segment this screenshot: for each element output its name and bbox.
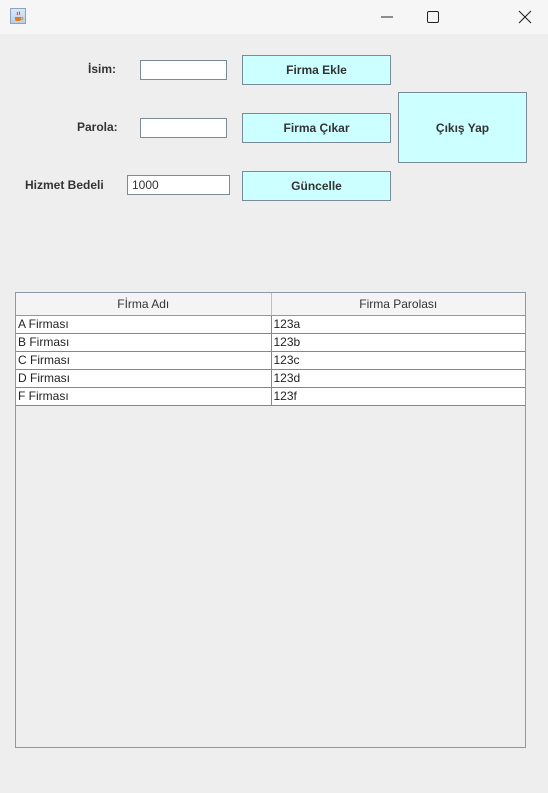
name-input[interactable] xyxy=(140,60,227,80)
app-window: İsim: Firma Ekle Parola: Firma Çıkar Çık… xyxy=(0,0,548,793)
password-label: Parola: xyxy=(77,120,118,134)
company-table: Fİrma Adı Firma Parolası A Firması 123a … xyxy=(16,293,525,406)
company-password-cell[interactable]: 123d xyxy=(271,369,525,388)
table-row[interactable]: F Firması 123f xyxy=(16,387,525,406)
close-icon xyxy=(518,10,532,24)
company-name-cell[interactable]: C Firması xyxy=(16,351,272,370)
company-password-cell[interactable]: 123a xyxy=(271,315,525,334)
update-button[interactable]: Güncelle xyxy=(242,171,391,201)
table-row[interactable]: A Firması 123a xyxy=(16,315,525,334)
company-name-cell[interactable]: F Firması xyxy=(16,387,272,406)
name-label: İsim: xyxy=(88,62,117,76)
password-input[interactable] xyxy=(140,118,227,138)
close-button[interactable] xyxy=(502,0,548,34)
company-password-cell[interactable]: 123b xyxy=(271,333,525,352)
java-app-icon xyxy=(10,8,26,24)
add-company-button[interactable]: Firma Ekle xyxy=(242,55,391,85)
table-row[interactable]: C Firması 123c xyxy=(16,351,525,370)
table-header-row: Fİrma Adı Firma Parolası xyxy=(16,293,525,316)
logout-button[interactable]: Çıkış Yap xyxy=(398,92,527,163)
remove-company-button[interactable]: Firma Çıkar xyxy=(242,113,391,143)
maximize-icon xyxy=(427,11,439,23)
company-password-cell[interactable]: 123c xyxy=(271,351,525,370)
column-header-company-password[interactable]: Firma Parolası xyxy=(271,293,525,316)
company-table-scrollpane[interactable]: Fİrma Adı Firma Parolası A Firması 123a … xyxy=(15,292,526,748)
company-name-cell[interactable]: B Firması xyxy=(16,333,272,352)
column-header-company-name[interactable]: Fİrma Adı xyxy=(16,293,272,316)
company-password-cell[interactable]: 123f xyxy=(271,387,525,406)
company-name-cell[interactable]: A Firması xyxy=(16,315,272,334)
company-name-cell[interactable]: D Firması xyxy=(16,369,272,388)
table-row[interactable]: D Firması 123d xyxy=(16,369,525,388)
minimize-button[interactable] xyxy=(364,0,410,34)
maximize-button[interactable] xyxy=(410,0,456,34)
minimize-icon xyxy=(381,16,393,18)
title-bar xyxy=(0,0,548,34)
service-fee-input[interactable] xyxy=(127,175,230,195)
table-row[interactable]: B Firması 123b xyxy=(16,333,525,352)
service-fee-label: Hizmet Bedeli xyxy=(25,178,104,192)
